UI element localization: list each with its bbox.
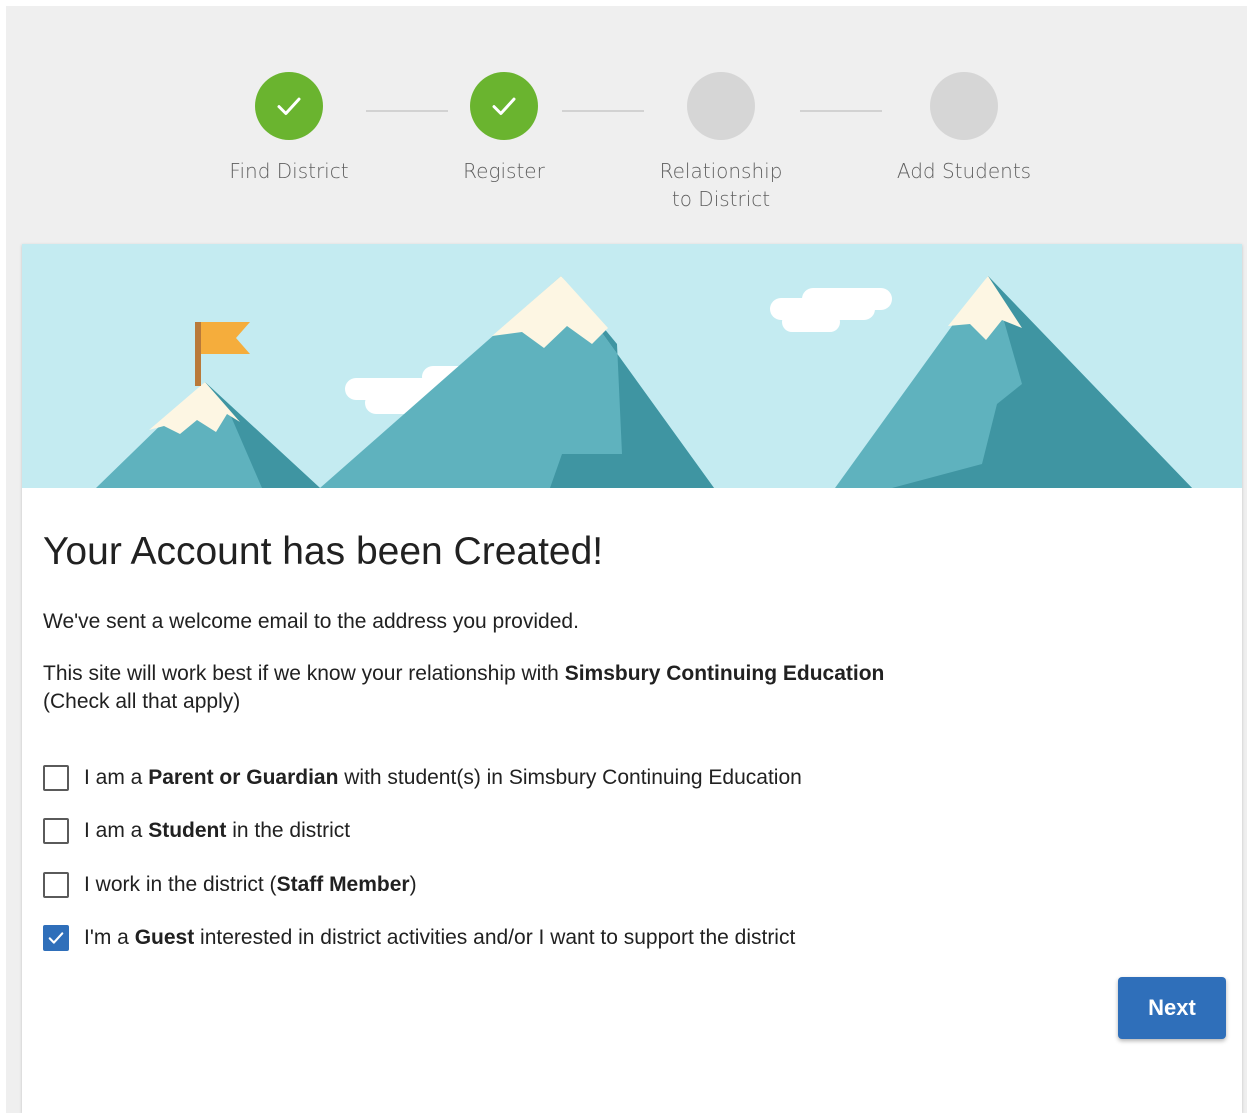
guest-checkbox[interactable]: [43, 925, 69, 951]
option-label-bold: Parent or Guardian: [148, 766, 339, 789]
step-circle-done: [470, 72, 538, 140]
page-title: Your Account has been Created!: [43, 530, 604, 573]
next-button[interactable]: Next: [1118, 977, 1226, 1039]
parent-guardian-checkbox[interactable]: [43, 765, 69, 791]
option-label-pre: I work in the district (: [84, 873, 277, 896]
option-label-pre: I am a: [84, 766, 149, 789]
option-parent-guardian[interactable]: I am a Parent or Guardian with student(s…: [43, 763, 802, 793]
check-icon: [492, 97, 516, 115]
option-label: I'm a Guest interested in district activ…: [84, 926, 795, 950]
account-created-card: Your Account has been Created! We've sen…: [22, 244, 1242, 1113]
option-label-post: interested in district activities and/or…: [194, 926, 796, 949]
mountain-scene-icon: [22, 244, 1242, 488]
step-connector: [800, 110, 882, 112]
step-circle-pending: [687, 72, 755, 140]
option-label-pre: I'm a: [84, 926, 135, 949]
step-label: Find District: [229, 159, 349, 183]
check-all-hint: (Check all that apply): [43, 690, 241, 713]
student-checkbox[interactable]: [43, 818, 69, 844]
mountain-illustration: [22, 244, 1242, 488]
check-icon: [48, 932, 64, 944]
relationship-prefix: This site will work best if we know your…: [43, 662, 565, 685]
step-label: Relationship to District: [641, 157, 801, 213]
option-label-post: ): [409, 873, 417, 896]
option-guest[interactable]: I'm a Guest interested in district activ…: [43, 923, 795, 953]
relationship-instructions: This site will work best if we know your…: [43, 660, 884, 716]
step-circle-pending: [930, 72, 998, 140]
step-label: Register: [463, 159, 545, 183]
step-relationship: Relationship to District: [641, 72, 801, 213]
option-label-bold: Student: [148, 819, 227, 842]
step-label: Add Students: [896, 159, 1032, 183]
staff-member-checkbox[interactable]: [43, 872, 69, 898]
option-label: I am a Parent or Guardian with student(s…: [84, 766, 802, 790]
step-find-district: Find District: [209, 72, 369, 185]
option-label-bold: Guest: [134, 926, 195, 949]
option-label: I work in the district (Staff Member): [84, 873, 417, 897]
step-register: Register: [424, 72, 584, 185]
option-staff-member[interactable]: I work in the district (Staff Member): [43, 870, 417, 900]
option-label-post: with student(s) in Simsbury Continuing E…: [338, 766, 802, 789]
district-name: Simsbury Continuing Education: [564, 662, 885, 685]
step-add-students: Add Students: [884, 72, 1044, 185]
option-label: I am a Student in the district: [84, 819, 350, 843]
welcome-message: We've sent a welcome email to the addres…: [43, 610, 579, 633]
progress-stepper: Find District Register Relationship to D…: [0, 0, 1249, 240]
check-icon: [277, 97, 301, 115]
option-student[interactable]: I am a Student in the district: [43, 816, 350, 846]
step-circle-done: [255, 72, 323, 140]
step-label-line: to District: [671, 187, 771, 211]
option-label-post: in the district: [226, 819, 351, 842]
step-label-line: Relationship: [659, 159, 783, 183]
option-label-bold: Staff Member: [276, 873, 410, 896]
option-label-pre: I am a: [84, 819, 149, 842]
